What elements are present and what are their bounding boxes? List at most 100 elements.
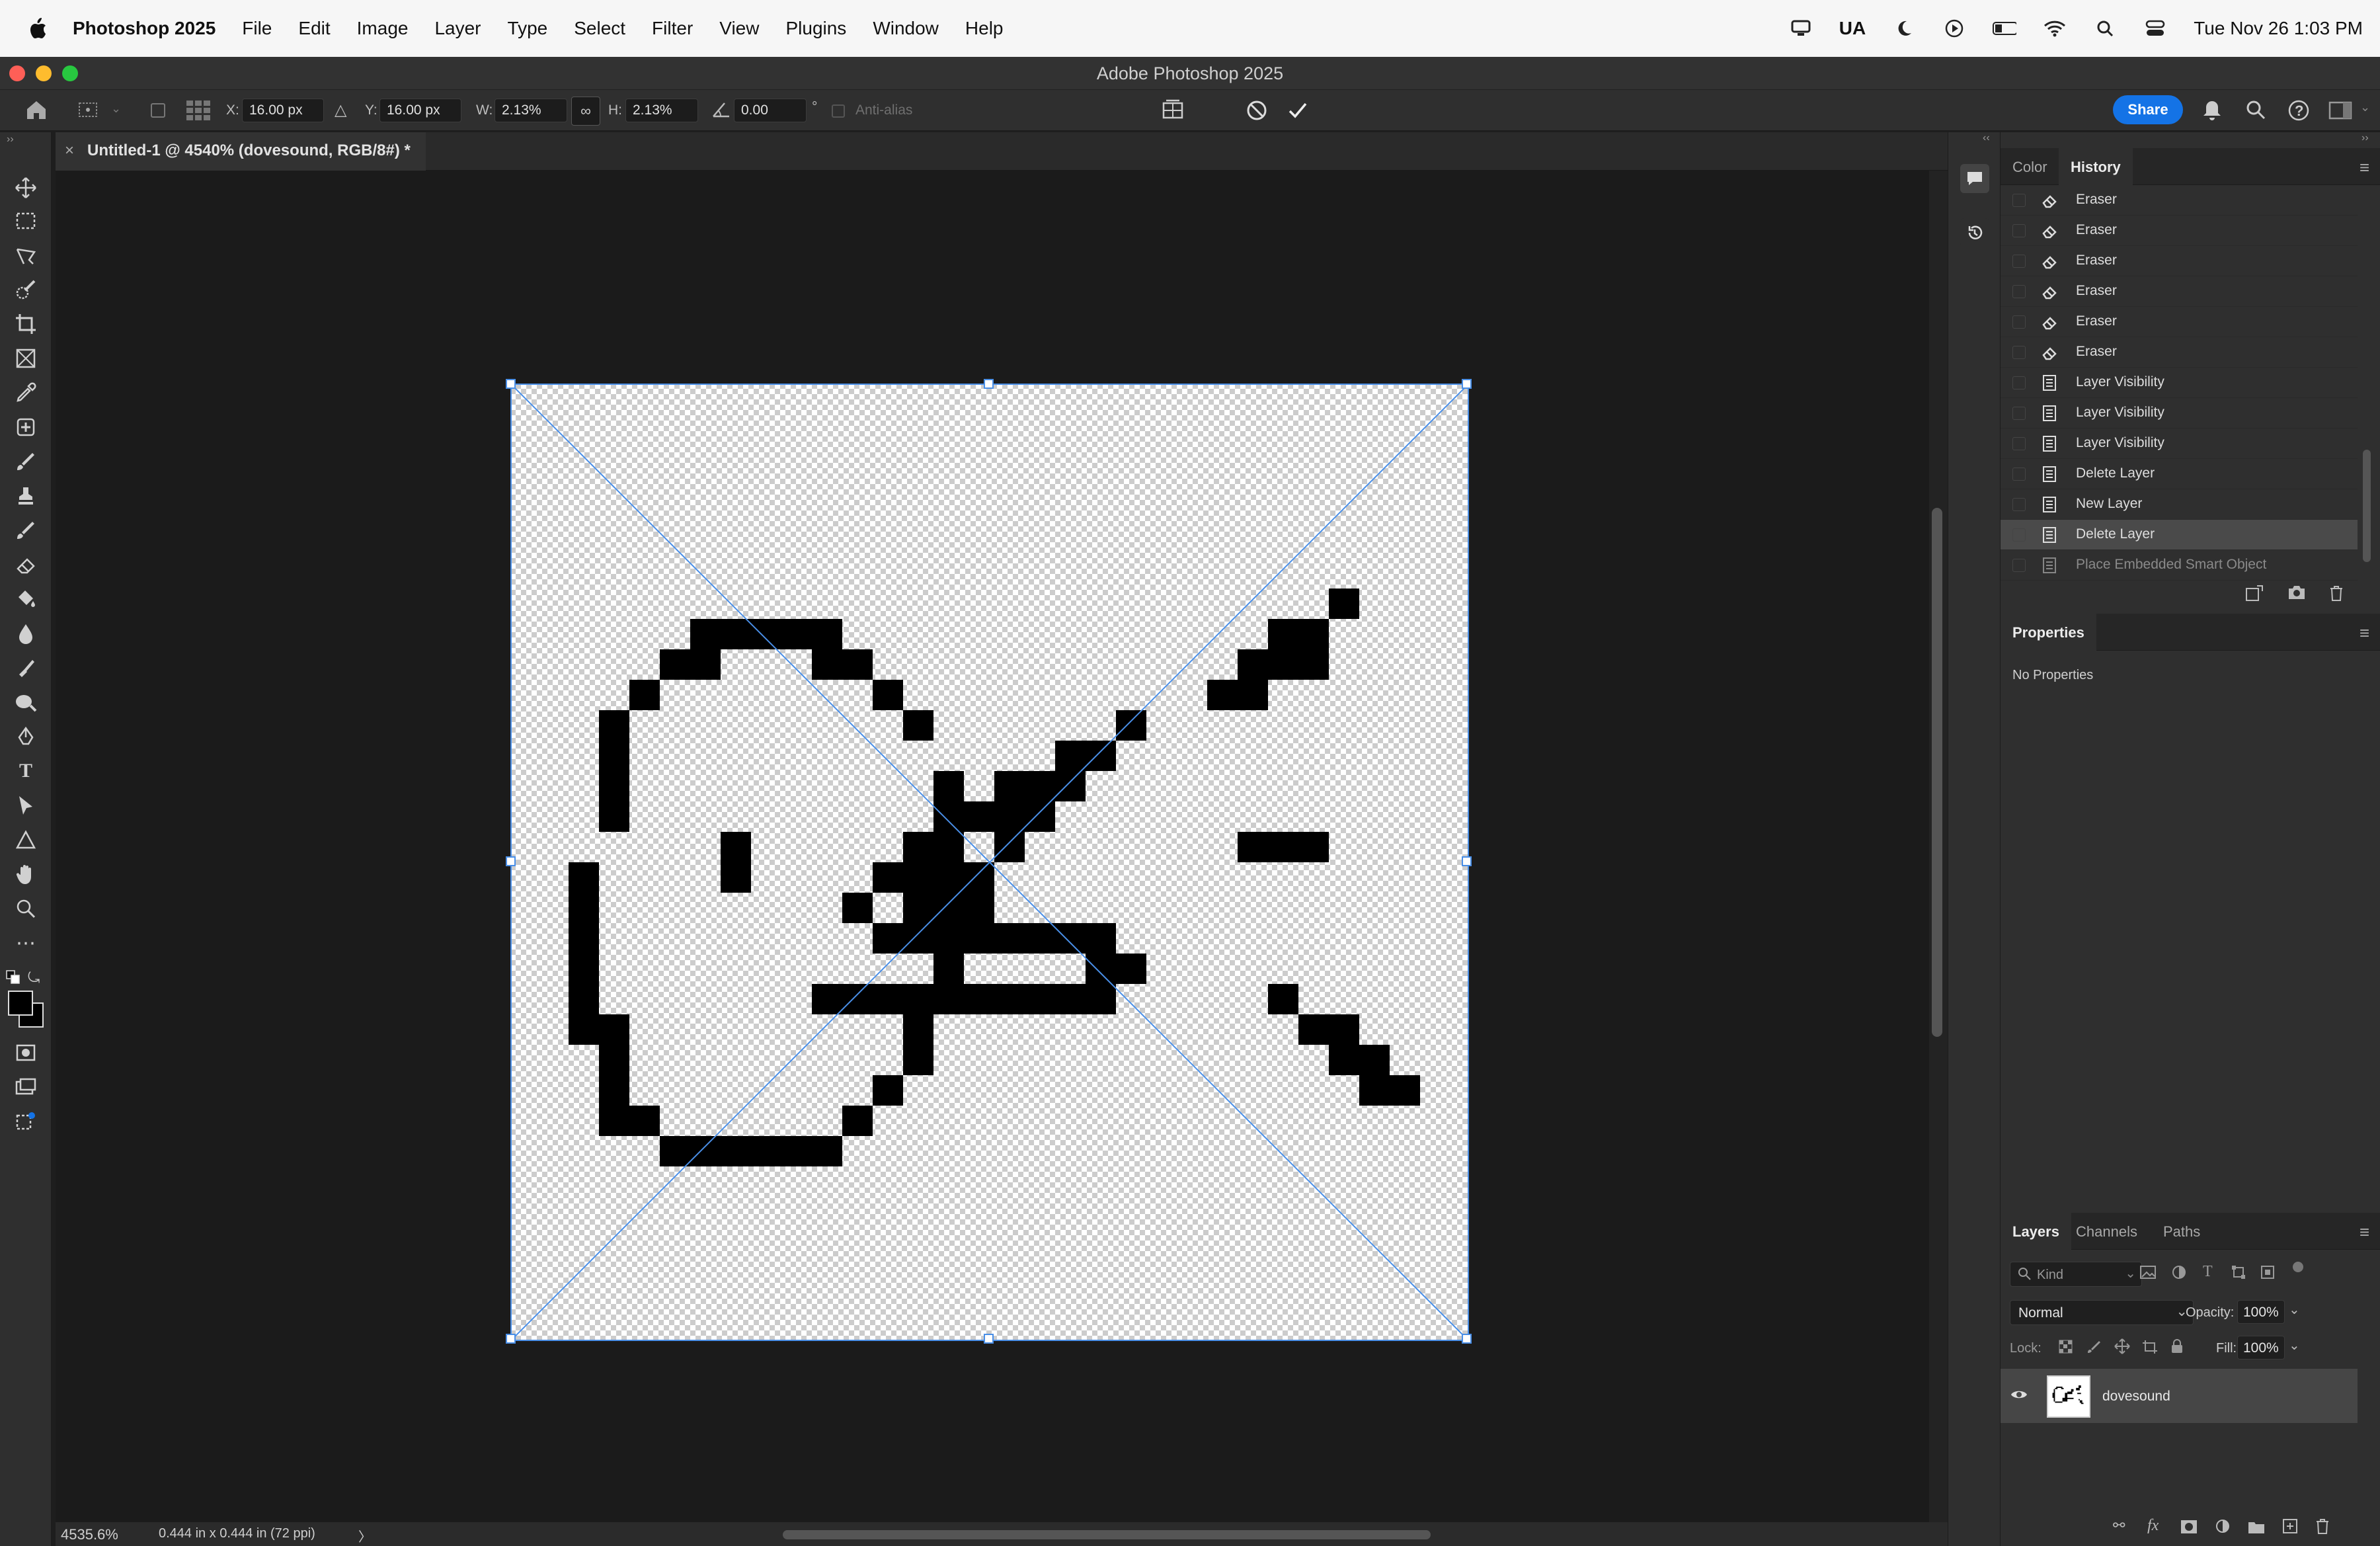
help-icon[interactable]: ? xyxy=(2287,99,2310,126)
blur-tool-icon[interactable] xyxy=(13,620,39,647)
menu-window[interactable]: Window xyxy=(873,18,939,39)
lock-position-icon[interactable] xyxy=(2114,1338,2130,1358)
rotation-field[interactable]: 0.00 xyxy=(734,99,807,122)
vertical-scrollbar[interactable] xyxy=(1929,171,1948,1522)
play-icon[interactable] xyxy=(1942,17,1966,40)
camera-snapshot-icon[interactable] xyxy=(2287,585,2306,605)
smudge-tool-icon[interactable] xyxy=(13,655,39,681)
chevron-down-icon[interactable]: ⌄ xyxy=(2289,1301,2300,1318)
adjustment-layer-icon[interactable] xyxy=(2215,1518,2231,1539)
chevron-down-icon[interactable]: ⌄ xyxy=(2360,101,2370,114)
link-layers-icon[interactable]: ⚯ xyxy=(2113,1517,2125,1534)
eyedropper-tool-icon[interactable] xyxy=(13,380,39,406)
brush-tool-icon[interactable] xyxy=(13,448,39,475)
snapshot-checkbox[interactable] xyxy=(2012,224,2026,237)
x-position-field[interactable]: 16.00 px xyxy=(242,99,324,122)
history-item[interactable]: Eraser xyxy=(2001,307,2358,337)
fill-field[interactable]: 100% xyxy=(2237,1336,2285,1360)
share-button[interactable]: Share xyxy=(2113,95,2183,124)
history-item[interactable]: New Layer xyxy=(2001,489,2358,520)
tab-color[interactable]: Color xyxy=(2001,148,2059,185)
crop-tool-icon[interactable] xyxy=(13,311,39,337)
document-tab[interactable]: × Untitled-1 @ 4540% (dovesound, RGB/8#)… xyxy=(56,132,426,171)
swap-colors-icon[interactable]: ⤿ xyxy=(28,969,40,987)
y-position-field[interactable]: 16.00 px xyxy=(379,99,461,122)
quick-mask-icon[interactable] xyxy=(13,1039,39,1066)
menu-plugins[interactable]: Plugins xyxy=(785,18,846,39)
snapshot-checkbox[interactable] xyxy=(2012,346,2026,359)
history-item[interactable]: Eraser xyxy=(2001,246,2358,276)
history-panel-icon[interactable] xyxy=(1960,218,1989,247)
new-group-folder-icon[interactable] xyxy=(2248,1520,2265,1539)
history-item[interactable]: Eraser xyxy=(2001,337,2358,368)
width-field[interactable]: 2.13% xyxy=(495,99,567,122)
screen-mode-icon[interactable] xyxy=(13,1074,39,1100)
workspace-icon[interactable] xyxy=(2328,101,2352,124)
opacity-field[interactable]: 100% xyxy=(2237,1300,2285,1324)
add-mask-icon[interactable] xyxy=(2180,1520,2198,1539)
history-item[interactable]: Delete Layer xyxy=(2001,459,2358,489)
snapshot-checkbox[interactable] xyxy=(2012,255,2026,268)
layer-name[interactable]: dovesound xyxy=(2102,1389,2170,1404)
commit-transform-icon[interactable] xyxy=(1287,99,1309,126)
quick-selection-tool-icon[interactable] xyxy=(13,276,39,303)
history-item-dimmed[interactable]: Place Embedded Smart Object xyxy=(2001,550,2358,581)
snapshot-checkbox[interactable] xyxy=(2012,285,2026,298)
eye-visibility-icon[interactable] xyxy=(2010,1387,2028,1405)
panel-menu-icon[interactable]: ≡ xyxy=(2360,1222,2369,1242)
menu-select[interactable]: Select xyxy=(574,18,625,39)
filter-toggle-icon[interactable] xyxy=(2293,1262,2303,1272)
menu-file[interactable]: File xyxy=(242,18,272,39)
filter-type-icon[interactable]: T xyxy=(2203,1263,2213,1281)
filter-adjustment-icon[interactable] xyxy=(2171,1264,2187,1283)
blend-mode-dropdown[interactable]: Normal ⌄ xyxy=(2010,1300,2194,1325)
menu-type[interactable]: Type xyxy=(508,18,548,39)
filter-pixel-icon[interactable] xyxy=(2139,1264,2157,1283)
lasso-tool-icon[interactable] xyxy=(13,242,39,268)
frame-tool-icon[interactable] xyxy=(13,345,39,372)
trash-icon[interactable] xyxy=(2328,585,2344,606)
pen-tool-icon[interactable] xyxy=(13,723,39,750)
history-item[interactable]: Eraser xyxy=(2001,216,2358,246)
vertical-scroll-thumb[interactable] xyxy=(1932,508,1942,1037)
reference-point-icon[interactable] xyxy=(78,101,102,123)
menu-app-name[interactable]: Photoshop 2025 xyxy=(73,18,216,39)
tab-layers[interactable]: Layers xyxy=(2001,1213,2071,1250)
layer-kind-filter[interactable]: Kind ⌄ xyxy=(2010,1262,2142,1287)
zoom-level[interactable]: 4535.6% xyxy=(61,1526,118,1543)
clone-stamp-tool-icon[interactable] xyxy=(13,483,39,509)
input-source[interactable]: UA xyxy=(1839,18,1866,39)
lock-transparent-pixels-icon[interactable] xyxy=(2059,1340,2073,1358)
menu-view[interactable]: View xyxy=(719,18,759,39)
search-icon[interactable] xyxy=(2245,99,2266,124)
snapshot-checkbox[interactable] xyxy=(2012,407,2026,420)
chevron-down-icon[interactable]: ⌄ xyxy=(111,102,121,116)
control-center-icon[interactable] xyxy=(2143,17,2167,40)
paint-bucket-tool-icon[interactable] xyxy=(13,586,39,612)
default-colors-icon[interactable] xyxy=(5,969,21,989)
moon-icon[interactable] xyxy=(1892,17,1916,40)
reference-point-toggle-checkbox[interactable] xyxy=(151,103,165,118)
snapshot-checkbox[interactable] xyxy=(2012,376,2026,389)
path-selection-tool-icon[interactable] xyxy=(13,792,39,819)
marquee-tool-icon[interactable] xyxy=(13,208,39,234)
eraser-tool-icon[interactable] xyxy=(13,551,39,578)
menu-filter[interactable]: Filter xyxy=(652,18,693,39)
type-tool-icon[interactable]: T xyxy=(13,758,39,784)
clock[interactable]: Tue Nov 26 1:03 PM xyxy=(2194,18,2363,39)
horizontal-scroll-thumb[interactable] xyxy=(783,1530,1431,1539)
height-field[interactable]: 2.13% xyxy=(625,99,698,122)
layer-row[interactable]: dovesound xyxy=(2001,1369,2358,1423)
reference-grid-icon[interactable] xyxy=(185,99,212,126)
lock-artboard-icon[interactable] xyxy=(2142,1340,2158,1358)
history-item[interactable]: Layer Visibility xyxy=(2001,398,2358,428)
menu-help[interactable]: Help xyxy=(965,18,1004,39)
tab-properties[interactable]: Properties xyxy=(2001,614,2096,651)
new-document-from-state-icon[interactable] xyxy=(2245,585,2264,606)
snapshot-checkbox[interactable] xyxy=(2012,498,2026,511)
history-item[interactable]: Layer Visibility xyxy=(2001,428,2358,459)
menu-edit[interactable]: Edit xyxy=(298,18,330,39)
tab-channels[interactable]: Channels xyxy=(2064,1213,2149,1250)
layer-style-fx-icon[interactable]: fx xyxy=(2147,1517,2159,1535)
zoom-tool-icon[interactable] xyxy=(13,895,39,922)
